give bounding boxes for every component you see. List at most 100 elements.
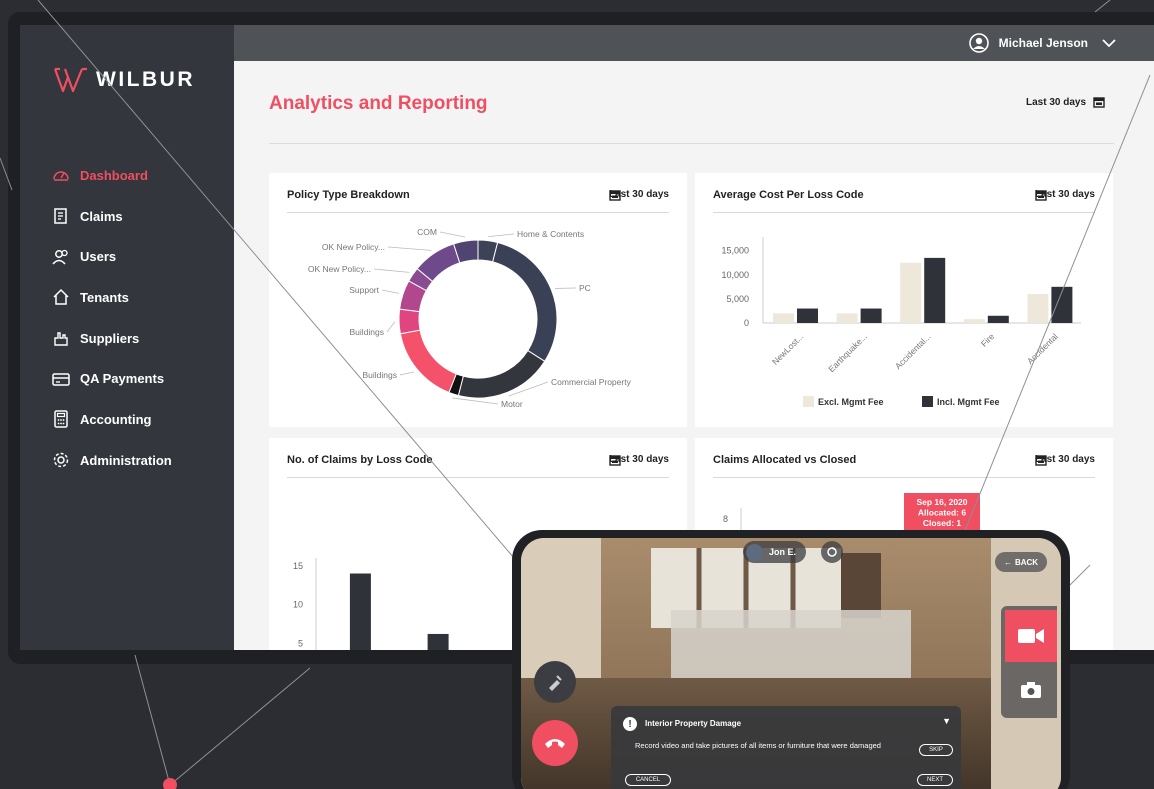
brand-logo[interactable]: WILBUR (54, 67, 195, 93)
x-tick-label: NewLost... (770, 331, 805, 366)
donut-slice[interactable] (399, 329, 457, 394)
slice-leader-line (373, 268, 410, 273)
slice-label: Motor (501, 399, 523, 409)
wilbur-logo-icon (54, 67, 87, 93)
y-tick-label: 15 (293, 561, 303, 571)
task-description: Record video and take pictures of all it… (635, 741, 881, 750)
page-date-range-label: Last 30 days (1026, 96, 1087, 108)
slice-label: Buildings (350, 327, 385, 337)
cancel-button[interactable]: CANCEL (625, 774, 671, 786)
chevron-down-icon (1102, 39, 1116, 48)
bar[interactable] (987, 315, 1009, 323)
calculator-icon (52, 410, 70, 429)
back-label: BACK (1014, 557, 1039, 567)
user-name: Michael Jenson (998, 36, 1088, 50)
x-tick-label: Accidental (1025, 331, 1060, 366)
slice-leader-line (399, 371, 415, 376)
bar[interactable] (924, 257, 946, 323)
hand-icon (52, 329, 70, 347)
caller-badge[interactable]: Jon E. (743, 541, 807, 563)
bar[interactable] (860, 308, 882, 323)
task-info-icon: ! (623, 717, 637, 731)
y-tick-label: 5 (298, 638, 303, 648)
legend-label: Excl. Mgmt Fee (818, 397, 884, 407)
task-collapse-icon[interactable]: ▼ (942, 716, 951, 726)
next-button[interactable]: NEXT (917, 774, 953, 786)
sidebar-item-label: Administration (80, 452, 172, 468)
slice-label: COM (417, 227, 437, 237)
slice-label: Support (349, 285, 379, 295)
bar[interactable] (963, 319, 985, 323)
bar[interactable] (836, 313, 858, 323)
sidebar-item-tenants[interactable]: Tenants (52, 277, 232, 318)
y-tick-label: 5,000 (726, 294, 749, 304)
sidebar-item-accounting[interactable]: Accounting (52, 399, 232, 440)
brand-name: WILBUR (96, 68, 195, 91)
rotate-camera-icon (827, 547, 837, 557)
x-tick-label: Fire (979, 331, 997, 349)
y-tick-label: 10,000 (721, 270, 749, 280)
donut-slice[interactable] (457, 349, 546, 399)
sidebar-item-administration[interactable]: Administration (52, 440, 232, 481)
gauge-icon (52, 166, 70, 184)
sidebar-item-users[interactable]: Users (52, 236, 232, 277)
avg-cost-bar-chart: 0 5,000 10,000 15,000 NewLost... Earthquake..… (721, 237, 1081, 407)
video-camera-icon (1018, 629, 1044, 643)
bar[interactable] (900, 262, 922, 323)
gear-icon (52, 451, 70, 469)
calendar-icon (1093, 97, 1105, 108)
sidebar-item-suppliers[interactable]: Suppliers (52, 318, 232, 359)
page-date-range[interactable]: Last 30 days (1026, 96, 1105, 108)
sidebar-item-claims[interactable]: Claims (52, 196, 232, 237)
y-tick-label: 15,000 (721, 246, 749, 256)
bar[interactable] (797, 308, 818, 323)
sidebar-item-label: QA Payments (80, 371, 165, 387)
caller-name: Jon E. (769, 547, 797, 557)
promo-stage: WILBUR Dashboard Claims Users Tenants Suppli… (0, 0, 1154, 789)
legend-swatch (803, 396, 814, 407)
task-panel: ! Interior Property Damage ▼ Record vide… (611, 706, 961, 789)
slice-label: Buildings (363, 370, 398, 380)
x-tick-label: Accidental... (893, 331, 933, 371)
slice-label: OK New Policy... (308, 264, 371, 274)
end-call-button[interactable] (532, 720, 578, 766)
bar[interactable] (427, 633, 449, 650)
phone-screen: Jon E. ← BACK ! Interior Property Damage… (521, 538, 1061, 789)
bar[interactable] (349, 573, 371, 651)
camera-controls (1001, 606, 1057, 718)
switch-camera-button[interactable] (821, 541, 843, 563)
slice-leader-line (488, 233, 515, 238)
legend-swatch (922, 396, 933, 407)
take-photo-button[interactable] (1005, 666, 1057, 714)
sidebar-item-label: Accounting (80, 411, 152, 427)
bar[interactable] (1027, 294, 1049, 323)
back-button[interactable]: ← BACK (995, 552, 1047, 572)
skip-button[interactable]: SKIP (919, 744, 953, 756)
flashlight-button[interactable] (534, 661, 576, 703)
y-tick-label: 0 (744, 318, 749, 328)
x-tick-label: Earthquake... (826, 331, 869, 374)
donut-slice[interactable] (398, 308, 421, 335)
sidebar-item-label: Suppliers (80, 330, 140, 346)
slice-label: Commercial Property (551, 377, 632, 387)
sidebar-item-label: Dashboard (80, 167, 148, 183)
photo-camera-icon (1021, 682, 1041, 698)
user-menu[interactable]: Michael Jenson (968, 33, 1116, 53)
home-icon (52, 288, 70, 306)
tooltip-line: Closed: 1 (923, 518, 962, 528)
user-avatar-icon (968, 33, 989, 53)
bar[interactable] (1051, 286, 1073, 323)
donut-slice[interactable] (492, 241, 558, 363)
sidebar-nav: Dashboard Claims Users Tenants Suppliers QA P… (52, 155, 232, 481)
record-video-button[interactable] (1005, 610, 1057, 662)
sidebar: WILBUR Dashboard Claims Users Tenants Suppli… (20, 25, 234, 650)
policy-donut-chart: Home & Contents PC Commercial Property Moto… (308, 227, 632, 409)
bar[interactable] (773, 313, 794, 323)
sidebar-item-label: Tenants (80, 289, 129, 305)
back-arrow-icon: ← (1003, 557, 1012, 567)
hang-up-icon (545, 739, 565, 748)
sidebar-item-qa-payments[interactable]: QA Payments (52, 358, 232, 399)
sidebar-item-dashboard[interactable]: Dashboard (52, 155, 232, 196)
sidebar-item-label: Users (80, 249, 117, 265)
slice-label: PC (579, 283, 591, 293)
